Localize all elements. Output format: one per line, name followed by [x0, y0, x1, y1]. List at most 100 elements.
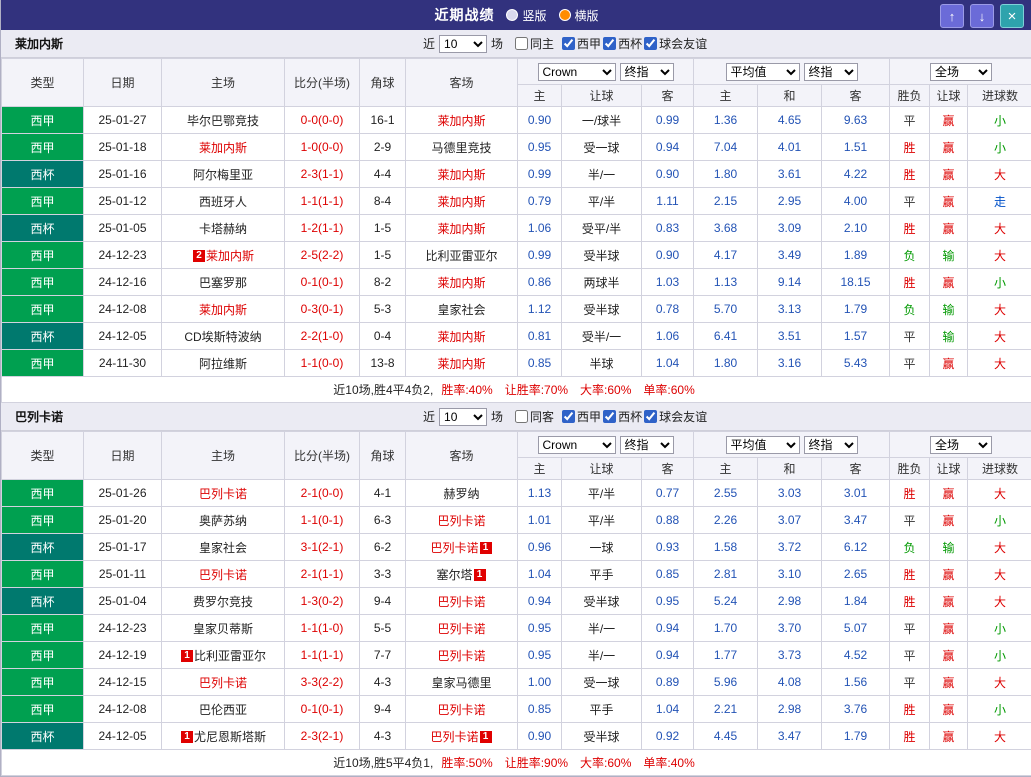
ah-line-cell: 受半球 — [562, 588, 642, 615]
eu-draw-odds-cell: 9.14 — [758, 269, 822, 296]
team-name-cell[interactable]: 奥萨苏纳 — [162, 507, 285, 534]
ah-line-cell: 受一球 — [562, 669, 642, 696]
team-name-cell[interactable]: 费罗尔竞技 — [162, 588, 285, 615]
eu-stage-select[interactable]: 终指 — [804, 436, 858, 454]
section-summary: 近10场,胜4平4负2,胜率:40%让胜率:70%大率:60%单率:60% — [2, 377, 1031, 403]
section-leganes: 莱加内斯 近 10 场 同主 西甲 西杯 球会友谊 类型 日期 主场 比分(半场… — [1, 30, 1031, 403]
team-name-cell[interactable]: 巴塞罗那 — [162, 269, 285, 296]
same-venue-checkbox[interactable] — [515, 410, 528, 423]
team-name-cell[interactable]: 巴列卡诺1 — [406, 534, 518, 561]
team-name-cell[interactable]: 莱加内斯 — [406, 350, 518, 377]
date-cell: 24-12-08 — [84, 296, 162, 323]
eu-average-select[interactable]: 平均值 — [726, 63, 800, 81]
team-name-cell[interactable]: 莱加内斯 — [406, 161, 518, 188]
team-name-cell[interactable]: 巴列卡诺 — [162, 669, 285, 696]
date-cell: 24-12-05 — [84, 323, 162, 350]
team-name-cell[interactable]: 巴列卡诺 — [406, 642, 518, 669]
recent-count-select[interactable]: 10 — [439, 408, 487, 426]
league-cell: 西甲 — [2, 269, 84, 296]
layout-vertical-radio[interactable]: 竖版 — [506, 7, 546, 24]
ah-stage-select[interactable]: 终指 — [620, 63, 674, 81]
team-name-cell[interactable]: 皇家社会 — [406, 296, 518, 323]
league-filter-friendly[interactable]: 球会友谊 — [644, 35, 707, 52]
eu-draw-odds-cell: 3.03 — [758, 480, 822, 507]
ah-away-odds-cell: 1.11 — [642, 188, 694, 215]
team-name-cell[interactable]: 皇家马德里 — [406, 669, 518, 696]
team-name-cell[interactable]: 卡塔赫纳 — [162, 215, 285, 242]
team-name-cell[interactable]: 莱加内斯 — [406, 323, 518, 350]
team-name-cell[interactable]: 莱加内斯 — [406, 215, 518, 242]
team-name-cell[interactable]: 皇家贝蒂斯 — [162, 615, 285, 642]
team-name-cell[interactable]: CD埃斯特波纳 — [162, 323, 285, 350]
horizontal-layout-label: 横版 — [575, 7, 599, 24]
friendly-checkbox[interactable] — [644, 410, 657, 423]
eu-average-select[interactable]: 平均值 — [726, 436, 800, 454]
friendly-checkbox[interactable] — [644, 37, 657, 50]
team-name-cell[interactable]: 阿拉维斯 — [162, 350, 285, 377]
score-cell: 1-1(0-0) — [285, 350, 360, 377]
red-card-badge: 1 — [480, 731, 492, 743]
goals-result-cell: 大 — [968, 534, 1031, 561]
team-name-cell[interactable]: 巴列卡诺1 — [406, 723, 518, 750]
team-name-cell[interactable]: 西班牙人 — [162, 188, 285, 215]
team-name-cell[interactable]: 莱加内斯 — [406, 269, 518, 296]
scroll-down-button[interactable]: ↓ — [970, 4, 994, 28]
team-name-cell[interactable]: 莱加内斯 — [406, 188, 518, 215]
ah-home-odds-cell: 1.13 — [518, 480, 562, 507]
league-filter-copa[interactable]: 西杯 — [603, 35, 642, 52]
league-filter-friendly[interactable]: 球会友谊 — [644, 408, 707, 425]
result-cell: 平 — [890, 507, 930, 534]
same-venue-filter[interactable]: 同主 — [515, 35, 554, 52]
league-filter-copa[interactable]: 西杯 — [603, 408, 642, 425]
eu-away-odds-cell: 4.22 — [822, 161, 890, 188]
eu-away-odds-cell: 1.79 — [822, 723, 890, 750]
league-filter-laliga[interactable]: 西甲 — [562, 35, 601, 52]
laliga-checkbox[interactable] — [562, 410, 575, 423]
section-header-row: 莱加内斯 近 10 场 同主 西甲 西杯 球会友谊 — [1, 30, 1031, 58]
league-cell: 西杯 — [2, 534, 84, 561]
team-name-cell[interactable]: 阿尔梅里亚 — [162, 161, 285, 188]
team-name-cell[interactable]: 2莱加内斯 — [162, 242, 285, 269]
games-label: 场 — [491, 35, 503, 52]
scroll-up-button[interactable]: ↑ — [940, 4, 964, 28]
league-cell: 西甲 — [2, 350, 84, 377]
team-name-cell[interactable]: 巴伦西亚 — [162, 696, 285, 723]
scope-select[interactable]: 全场 — [930, 436, 992, 454]
team-name-cell[interactable]: 莱加内斯 — [162, 296, 285, 323]
team-name-cell[interactable]: 皇家社会 — [162, 534, 285, 561]
team-name-cell[interactable]: 莱加内斯 — [406, 107, 518, 134]
scope-select[interactable]: 全场 — [930, 63, 992, 81]
same-venue-filter[interactable]: 同客 — [515, 408, 554, 425]
eu-draw-odds-cell: 4.01 — [758, 134, 822, 161]
close-button[interactable]: × — [1000, 4, 1024, 28]
team-name-cell[interactable]: 马德里竞技 — [406, 134, 518, 161]
corners-cell: 4-4 — [360, 161, 406, 188]
team-name-cell[interactable]: 巴列卡诺 — [162, 480, 285, 507]
copa-checkbox[interactable] — [603, 410, 616, 423]
col-header-type: 类型 — [2, 432, 84, 480]
same-venue-checkbox[interactable] — [515, 37, 528, 50]
laliga-checkbox[interactable] — [562, 37, 575, 50]
bookmaker-select[interactable]: Crown — [538, 63, 616, 81]
team-name-cell[interactable]: 巴列卡诺 — [406, 696, 518, 723]
layout-horizontal-radio[interactable]: 横版 — [559, 7, 599, 24]
team-name-cell[interactable]: 巴列卡诺 — [406, 507, 518, 534]
bookmaker-select[interactable]: Crown — [538, 436, 616, 454]
team-name-cell[interactable]: 塞尔塔1 — [406, 561, 518, 588]
team-name-cell[interactable]: 巴列卡诺 — [406, 615, 518, 642]
team-name-cell[interactable]: 赫罗纳 — [406, 480, 518, 507]
recent-count-select[interactable]: 10 — [439, 35, 487, 53]
team-name-cell[interactable]: 比利亚雷亚尔 — [406, 242, 518, 269]
team-name-cell[interactable]: 1尤尼恩斯塔斯 — [162, 723, 285, 750]
league-cell: 西杯 — [2, 588, 84, 615]
team-name-cell[interactable]: 毕尔巴鄂竞技 — [162, 107, 285, 134]
eu-stage-select[interactable]: 终指 — [804, 63, 858, 81]
eu-home-odds-cell: 4.17 — [694, 242, 758, 269]
team-name-cell[interactable]: 1比利亚雷亚尔 — [162, 642, 285, 669]
team-name-cell[interactable]: 巴列卡诺 — [406, 588, 518, 615]
ah-stage-select[interactable]: 终指 — [620, 436, 674, 454]
copa-checkbox[interactable] — [603, 37, 616, 50]
team-name-cell[interactable]: 莱加内斯 — [162, 134, 285, 161]
league-filter-laliga[interactable]: 西甲 — [562, 408, 601, 425]
team-name-cell[interactable]: 巴列卡诺 — [162, 561, 285, 588]
